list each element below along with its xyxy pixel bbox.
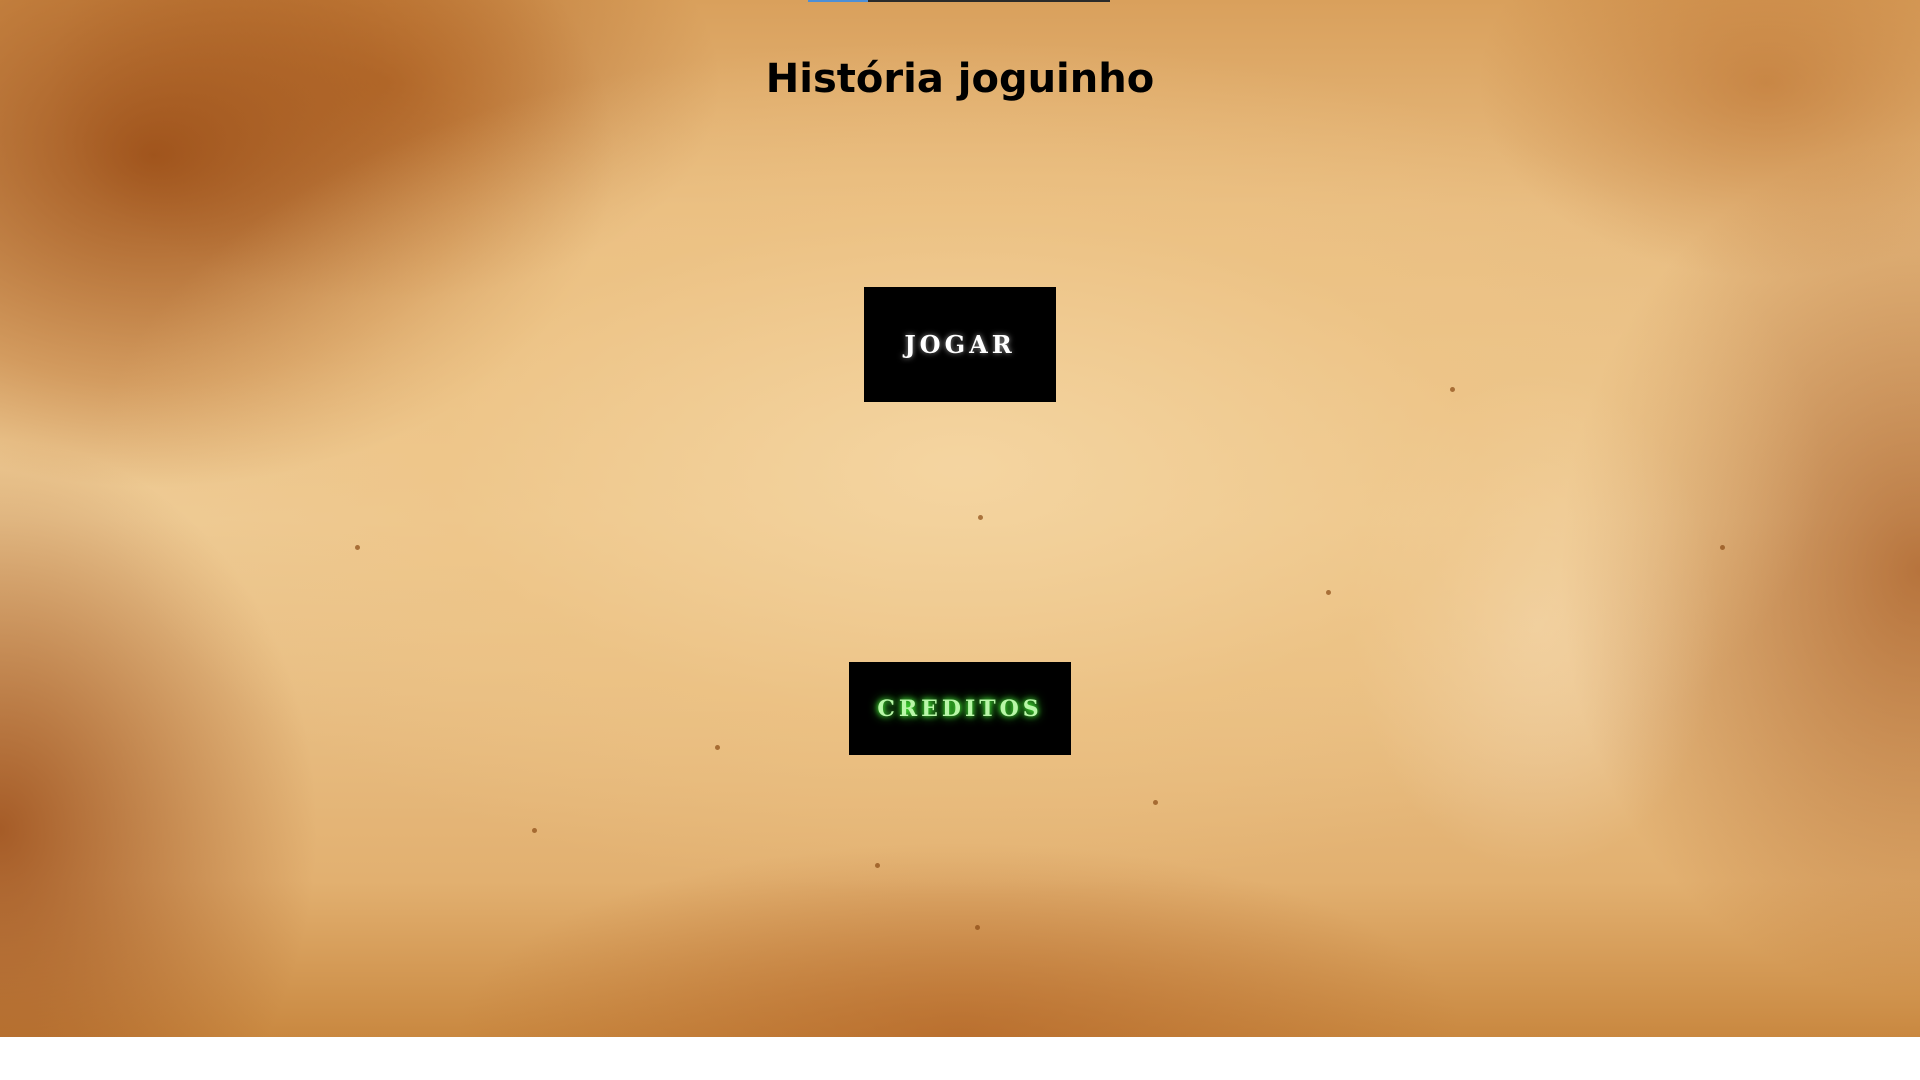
credits-button[interactable]: CREDITOS — [849, 662, 1071, 755]
page-title: História joguinho — [765, 56, 1155, 102]
play-button[interactable]: JOGAR — [864, 287, 1056, 402]
background-speck — [1326, 590, 1331, 595]
top-scroll-indicator-accent — [808, 0, 868, 2]
parchment-background — [0, 0, 1920, 1037]
background-speck — [715, 745, 720, 750]
background-speck — [1720, 545, 1725, 550]
background-speck — [975, 925, 980, 930]
background-speck — [355, 545, 360, 550]
background-speck — [532, 828, 537, 833]
background-speck — [978, 515, 983, 520]
background-speck — [1450, 387, 1455, 392]
background-speck — [1153, 800, 1158, 805]
background-speck — [875, 863, 880, 868]
